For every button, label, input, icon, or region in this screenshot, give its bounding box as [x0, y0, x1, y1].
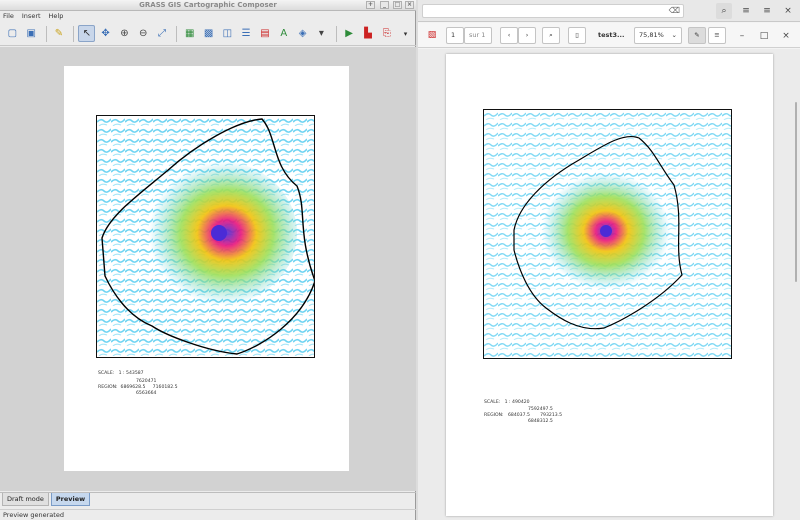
- tab-draft-mode[interactable]: Draft mode: [2, 493, 49, 506]
- search-icon[interactable]: ⌕: [716, 3, 732, 19]
- export-pdf-icon[interactable]: ▙: [360, 25, 377, 42]
- toolbar-separator: [176, 25, 178, 42]
- composer-canvas[interactable]: SCALE: 1 : 543587 7620471 REGION: 686962…: [0, 47, 416, 491]
- add-scalebar-icon[interactable]: ▤: [257, 25, 274, 42]
- add-raster-icon[interactable]: ▩: [200, 25, 217, 42]
- region-north-text: 7620471: [136, 379, 157, 384]
- page-view-icon[interactable]: ▯: [568, 27, 586, 44]
- status-bar: Preview generated: [0, 509, 416, 520]
- pan-icon[interactable]: ✥: [97, 25, 114, 42]
- menu-bar: File Insert Help: [0, 11, 416, 21]
- new-page-icon[interactable]: ▢: [4, 25, 21, 42]
- location-field[interactable]: ⌫: [422, 4, 684, 18]
- menu-file[interactable]: File: [3, 11, 14, 21]
- pdf-scale-text: SCALE: 1 : 490420: [484, 400, 530, 405]
- next-page-button[interactable]: ›: [518, 27, 536, 44]
- map-frame[interactable]: [96, 115, 315, 358]
- prev-page-button[interactable]: ‹: [500, 27, 518, 44]
- dropdown-chevron-icon[interactable]: ▾: [397, 25, 414, 42]
- pdf-region-text: REGION: 684037.5 793213.5: [484, 413, 563, 418]
- document-title: test3...: [598, 31, 625, 39]
- close-icon[interactable]: ×: [405, 1, 414, 9]
- page-number-input[interactable]: 1: [446, 27, 464, 44]
- zoom-level: 75,81%: [639, 31, 664, 39]
- menu-icon[interactable]: ≡: [708, 27, 726, 44]
- region-text: REGION: 6869628.5 7160182.5: [98, 385, 178, 390]
- page-setup-icon[interactable]: ✎: [51, 25, 68, 42]
- grass-composer-window: GRASS GIS Cartographic Composer + _ □ × …: [0, 0, 416, 520]
- vertical-scrollbar[interactable]: [795, 102, 797, 282]
- pdf-page: SCALE: 1 : 490420 7592497.5 REGION: 6840…: [446, 54, 773, 516]
- add-text-icon[interactable]: A: [275, 25, 292, 42]
- mode-tabs: Draft mode Preview: [0, 492, 416, 508]
- close-icon[interactable]: ×: [780, 3, 796, 19]
- annotate-icon[interactable]: ✎: [688, 27, 706, 44]
- composer-toolbar: ▢ ▣ ✎ ↖ ✥ ⊕ ⊖ ⤢ ▦ ▩ ◫ ☰ ▤ A ◈ ▾ ▶ ▙ ⎘ ▾: [0, 22, 416, 46]
- grass-title-bar: GRASS GIS Cartographic Composer + _ □ ×: [0, 0, 416, 11]
- pdf-region-north-text: 7592497.5: [528, 407, 553, 412]
- save-icon[interactable]: ▣: [23, 25, 40, 42]
- pdf-toolbar: ▧ 1 sur 1 ‹ › ⌕ ▯ test3... 75,81% ⌄ ✎ ≡ …: [418, 23, 800, 48]
- zoom-extent-icon[interactable]: ⤢: [154, 25, 171, 42]
- window-title: GRASS GIS Cartographic Composer: [139, 1, 277, 9]
- generate-output-icon[interactable]: ▶: [341, 25, 358, 42]
- region-south-text: 6563664: [136, 391, 157, 396]
- page-count-label: sur 1: [464, 27, 492, 44]
- minimize-icon[interactable]: _: [380, 1, 389, 9]
- menu-icon[interactable]: ≡: [759, 3, 775, 19]
- menu-icon[interactable]: ≡: [738, 3, 754, 19]
- scale-text: SCALE: 1 : 543587: [98, 371, 144, 376]
- zoom-out-icon[interactable]: ⊖: [135, 25, 152, 42]
- minimize-icon[interactable]: –: [734, 28, 750, 44]
- maximize-icon[interactable]: □: [756, 28, 772, 44]
- pdf-raster-map: [484, 110, 731, 358]
- zoom-in-icon[interactable]: ⊕: [116, 25, 133, 42]
- preview-page: SCALE: 1 : 543587 7620471 REGION: 686962…: [64, 66, 349, 471]
- add-image-icon[interactable]: ◈: [294, 25, 311, 42]
- pdf-file-icon: ▧: [427, 30, 437, 40]
- viewer-top-bar: ⌫ ⌕ ≡ ≡ ×: [418, 0, 800, 22]
- menu-help[interactable]: Help: [49, 11, 64, 21]
- search-icon[interactable]: ⌕: [542, 27, 560, 44]
- export-script-icon[interactable]: ⎘: [378, 25, 395, 42]
- pdf-region-south-text: 6848312.5: [528, 419, 553, 424]
- tab-preview[interactable]: Preview: [50, 493, 91, 506]
- pdf-document-view[interactable]: SCALE: 1 : 490420 7592497.5 REGION: 6840…: [418, 49, 800, 520]
- toolbar-separator: [45, 25, 47, 42]
- close-icon[interactable]: ×: [778, 28, 794, 44]
- add-legend-icon[interactable]: ☰: [238, 25, 255, 42]
- pointer-icon[interactable]: ↖: [78, 25, 96, 42]
- clear-icon[interactable]: ⌫: [669, 6, 680, 15]
- pdf-viewer-window: ⌫ ⌕ ≡ ≡ × ▧ 1 sur 1 ‹ › ⌕ ▯ test3... 75,…: [418, 0, 800, 520]
- toolbar-separator: [335, 25, 337, 42]
- add-map-icon[interactable]: ▦: [181, 25, 198, 42]
- pin-icon[interactable]: +: [366, 1, 375, 9]
- toolbar-separator: [73, 25, 75, 42]
- chevron-down-icon: ⌄: [671, 31, 677, 39]
- zoom-select[interactable]: 75,81% ⌄: [634, 27, 682, 44]
- pdf-map-frame: [483, 109, 732, 359]
- add-point-icon[interactable]: ▾: [313, 25, 330, 42]
- add-vector-icon[interactable]: ◫: [219, 25, 236, 42]
- raster-map: [97, 116, 314, 357]
- menu-insert[interactable]: Insert: [22, 11, 41, 21]
- maximize-icon[interactable]: □: [393, 1, 402, 9]
